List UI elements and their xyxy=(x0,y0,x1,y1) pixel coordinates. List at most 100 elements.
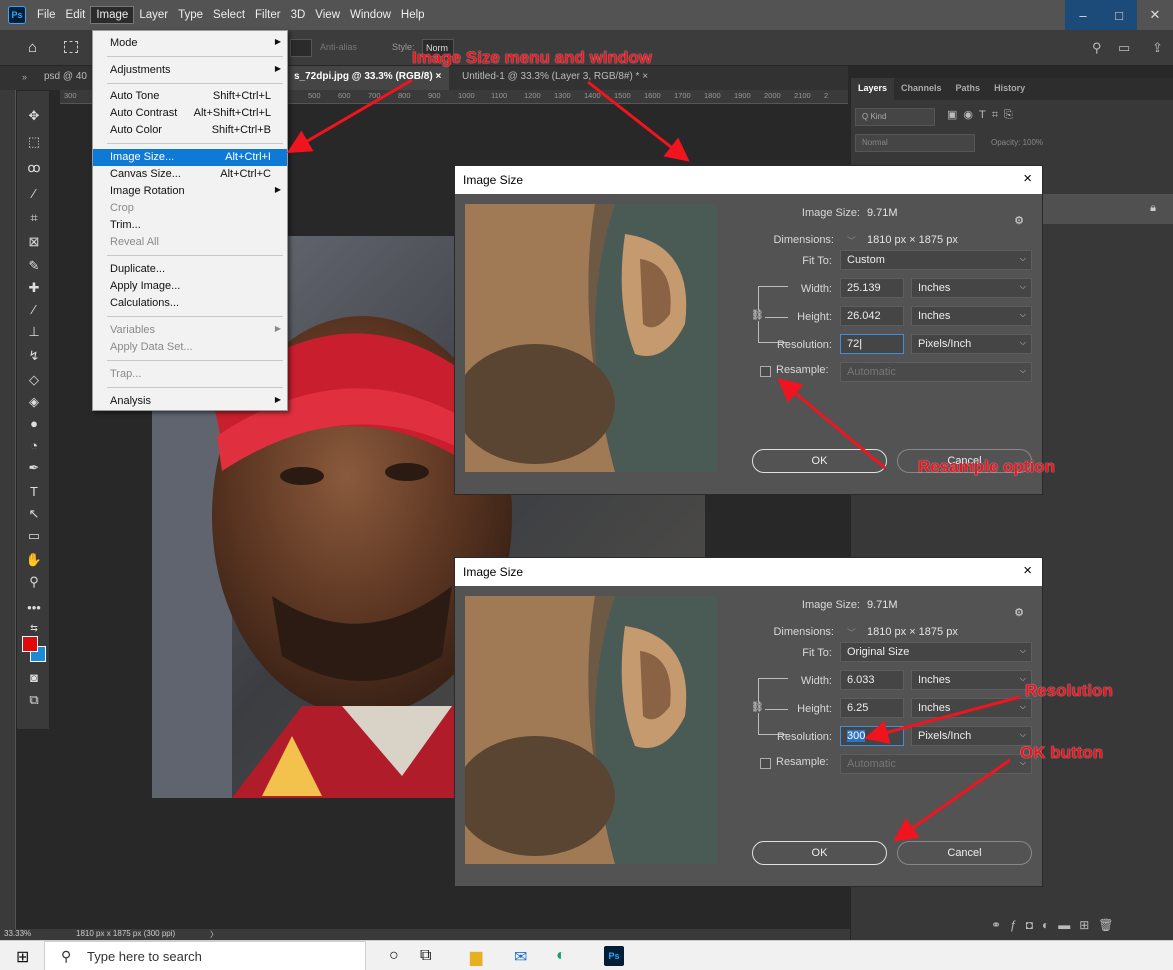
tab-close-icon[interactable]: × xyxy=(435,71,441,82)
menu-file[interactable]: File xyxy=(32,7,61,23)
tab-channels[interactable]: Channels xyxy=(894,78,949,100)
width-unit-select[interactable]: Inches ⌵ xyxy=(911,278,1032,298)
link-chain-icon[interactable]: ⛓︎ xyxy=(751,310,764,321)
path-selection-tool-icon[interactable]: ↖ xyxy=(25,505,43,523)
pen-tool-icon[interactable]: ✒ xyxy=(25,459,43,477)
menu-select[interactable]: Select xyxy=(208,7,250,23)
menu-item-image-size[interactable]: Image Size... Alt+Ctrl+I xyxy=(93,149,287,166)
hand-tool-icon[interactable]: ✋ xyxy=(25,551,43,569)
cancel-button[interactable]: Cancel xyxy=(897,841,1032,865)
resolution-unit-select[interactable]: Pixels/Inch ⌵ xyxy=(911,726,1032,746)
link-chain-icon[interactable]: ⛓︎ xyxy=(751,702,764,713)
menu-item-adjustments[interactable]: Adjustments ▶ xyxy=(93,62,287,79)
share-icon[interactable]: ⇪ xyxy=(1152,40,1163,56)
quick-mask-icon[interactable]: ◙ xyxy=(25,669,43,687)
status-arrow-icon[interactable]: 〉 xyxy=(210,929,218,940)
dimensions-dropdown-icon[interactable]: ﹀ xyxy=(847,626,856,639)
height-unit-select[interactable]: Inches ⌵ xyxy=(911,306,1032,326)
width-unit-select[interactable]: Inches ⌵ xyxy=(911,670,1032,690)
menu-item-mode[interactable]: Mode ▶ xyxy=(93,35,287,52)
rectangle-tool-icon[interactable]: ▭ xyxy=(25,527,43,545)
ok-button[interactable]: OK xyxy=(752,841,887,865)
ok-button[interactable]: OK xyxy=(752,449,887,473)
swap-colors-icon[interactable]: ⇆ xyxy=(25,619,43,637)
menu-window[interactable]: Window xyxy=(345,7,396,23)
tab-psd[interactable]: psd @ 40 xyxy=(36,66,95,90)
tab-close-icon[interactable]: × xyxy=(642,71,648,82)
resample-checkbox[interactable] xyxy=(760,366,771,377)
resolution-unit-select[interactable]: Pixels/Inch ⌵ xyxy=(911,334,1032,354)
menu-edit[interactable]: Edit xyxy=(61,7,91,23)
menu-item-calculations[interactable]: Calculations... xyxy=(93,295,287,312)
menu-item-auto-color[interactable]: Auto Color Shift+Ctrl+B xyxy=(93,122,287,139)
menu-3d[interactable]: 3D xyxy=(286,7,311,23)
foreground-color-swatch[interactable] xyxy=(22,636,38,652)
magic-wand-tool-icon[interactable]: ⁄ xyxy=(25,185,43,203)
menu-item-auto-contrast[interactable]: Auto Contrast Alt+Shift+Ctrl+L xyxy=(93,105,287,122)
gear-icon[interactable]: ⚙︎ xyxy=(1014,606,1024,619)
more-tools-icon[interactable]: ••• xyxy=(25,599,43,617)
maximize-icon[interactable]: □ xyxy=(1101,0,1137,30)
history-brush-tool-icon[interactable]: ↯ xyxy=(25,347,43,365)
dodge-tool-icon[interactable]: ◔ xyxy=(25,437,43,455)
paint-bucket-tool-icon[interactable]: ◈ xyxy=(25,393,43,411)
tab-untitled-1[interactable]: Untitled-1 @ 33.3% (Layer 3, RGB/8#) * × xyxy=(454,66,656,90)
image-preview[interactable] xyxy=(465,204,717,472)
minimize-icon[interactable]: – xyxy=(1065,0,1101,30)
taskbar-search-box[interactable]: ⚲ Type here to search xyxy=(44,941,366,970)
tab-paths[interactable]: Paths xyxy=(949,78,988,100)
task-view-icon[interactable]: ⧉ xyxy=(420,947,431,965)
zoom-tool-icon[interactable]: ⚲ xyxy=(25,573,43,591)
height-input[interactable]: 26.042 xyxy=(840,306,904,326)
mail-icon[interactable]: ✉ xyxy=(514,947,527,967)
clone-stamp-tool-icon[interactable]: ⊥ xyxy=(25,323,43,341)
menu-item-analysis[interactable]: Analysis ▶ xyxy=(93,393,287,410)
width-input[interactable]: 25.139 xyxy=(840,278,904,298)
tab-layers[interactable]: Layers xyxy=(851,78,895,100)
menu-item-image-rotation[interactable]: Image Rotation ▶ xyxy=(93,183,287,200)
feather-input[interactable] xyxy=(290,39,312,57)
screen-mode-icon[interactable]: ⧉ xyxy=(25,691,43,709)
menu-type[interactable]: Type xyxy=(173,7,208,23)
resolution-input[interactable]: 72| xyxy=(840,334,904,354)
type-tool-icon[interactable]: T xyxy=(25,483,43,501)
tab-history[interactable]: History xyxy=(987,78,1032,100)
menu-item-duplicate[interactable]: Duplicate... xyxy=(93,261,287,278)
height-input[interactable]: 6.25 xyxy=(840,698,904,718)
photoshop-taskbar-icon[interactable]: Ps xyxy=(604,946,624,966)
dimensions-dropdown-icon[interactable]: ﹀ xyxy=(847,234,856,247)
opacity-field[interactable]: Opacity: 100% xyxy=(991,138,1043,147)
file-explorer-icon[interactable]: ▆ xyxy=(470,947,482,967)
frame-tool-icon[interactable]: ⊠ xyxy=(25,233,43,251)
layer-filter-icons[interactable]: ▣◉T⌗⎘ xyxy=(947,108,1019,122)
image-preview[interactable] xyxy=(465,596,717,864)
crop-tool-icon[interactable]: ⌗ xyxy=(25,209,43,227)
menu-item-auto-tone[interactable]: Auto Tone Shift+Ctrl+L xyxy=(93,88,287,105)
menu-filter[interactable]: Filter xyxy=(250,7,286,23)
width-input[interactable]: 6.033 xyxy=(840,670,904,690)
menu-item-apply-image[interactable]: Apply Image... xyxy=(93,278,287,295)
layer-actions-icons[interactable]: ⚭ƒ◘◐▬⊞🗑︎ xyxy=(991,918,1123,932)
resolution-input[interactable]: 300 xyxy=(840,726,904,746)
move-tool-icon[interactable]: ✥ xyxy=(25,107,43,125)
home-icon[interactable]: ⌂ xyxy=(28,39,37,56)
eyedropper-tool-icon[interactable]: ✎ xyxy=(25,257,43,275)
windows-start-icon[interactable]: ⊞ xyxy=(16,947,29,967)
search-icon[interactable]: ⚲ xyxy=(1092,40,1102,56)
blend-mode-select[interactable]: Normal xyxy=(855,134,975,152)
menu-view[interactable]: View xyxy=(310,7,345,23)
blur-tool-icon[interactable]: ● xyxy=(25,415,43,433)
menu-help[interactable]: Help xyxy=(396,7,430,23)
cortana-icon[interactable]: ○ xyxy=(389,947,399,965)
fit-to-select[interactable]: Custom ⌵ xyxy=(840,250,1032,270)
tabs-overflow-icon[interactable]: » xyxy=(22,72,27,82)
menu-image[interactable]: Image xyxy=(90,6,135,24)
layer-kind-filter[interactable]: Q Kind xyxy=(855,108,935,126)
resample-checkbox[interactable] xyxy=(760,758,771,769)
menu-item-canvas-size[interactable]: Canvas Size... Alt+Ctrl+C xyxy=(93,166,287,183)
menu-item-trim[interactable]: Trim... xyxy=(93,217,287,234)
healing-brush-tool-icon[interactable]: ✚ xyxy=(25,279,43,297)
menu-layer[interactable]: Layer xyxy=(134,7,173,23)
marquee-tool-icon[interactable]: ⬚ xyxy=(25,133,43,151)
dialog-close-icon[interactable]: × xyxy=(1023,562,1032,579)
